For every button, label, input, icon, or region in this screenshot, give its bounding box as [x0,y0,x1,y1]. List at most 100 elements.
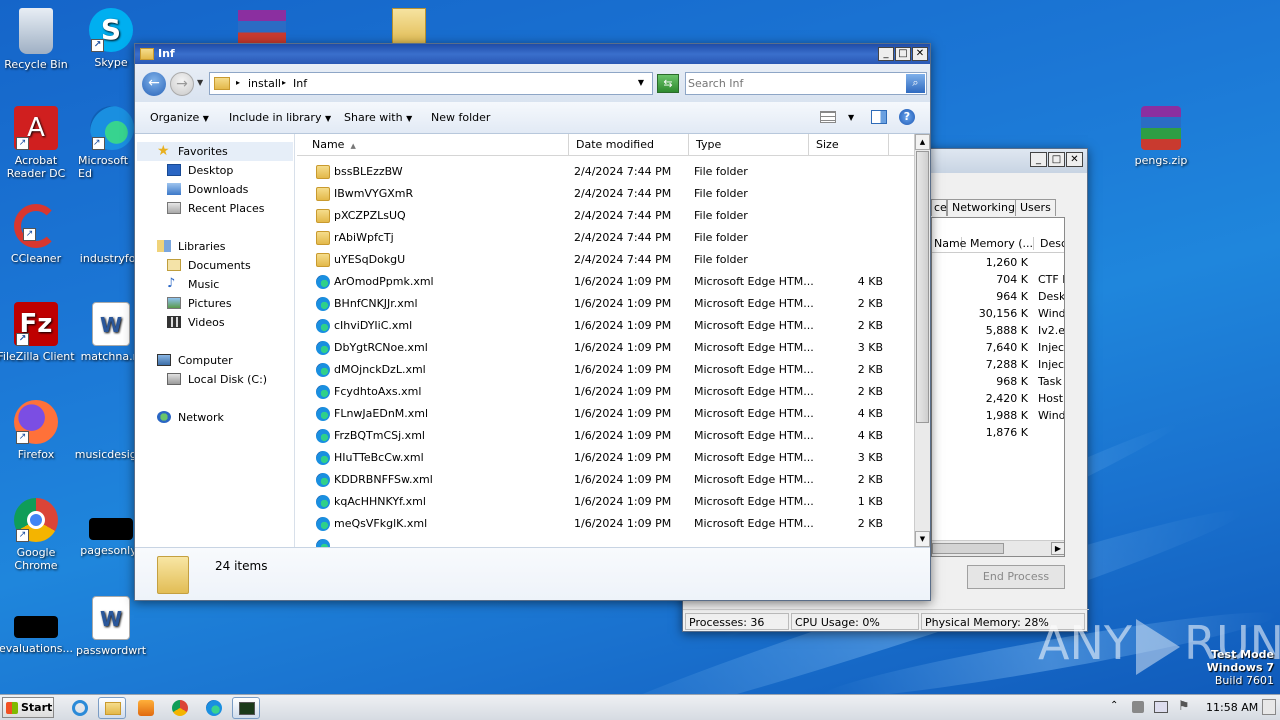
recent-pages-dropdown[interactable]: ▼ [197,78,203,87]
internet-explorer-taskbar-button[interactable] [66,697,94,719]
close-button[interactable]: ✕ [912,47,928,61]
process-row[interactable]: 5,888 K Iv2.e [932,322,1064,339]
maximize-button[interactable]: □ [895,47,911,61]
address-dropdown-icon[interactable]: ▼ [638,78,644,87]
refresh-button[interactable]: ⇆ [657,74,679,93]
tab-networking[interactable]: Networking [947,199,1020,216]
edge-taskbar-button[interactable] [200,697,228,719]
search-icon[interactable]: ⌕ [906,74,925,93]
breadcrumb-inf[interactable]: Inf [293,77,307,90]
chrome-taskbar-button[interactable] [166,697,194,719]
breadcrumb-chevron-icon[interactable]: ▸ [236,78,240,87]
notification-icon[interactable] [1132,701,1144,713]
file-row[interactable]: IBwmVYGXmR 2/4/2024 7:44 PM File folder [297,183,914,205]
minimize-button[interactable]: _ [878,47,894,61]
file-row[interactable]: rAbiWpfcTj 2/4/2024 7:44 PM File folder [297,227,914,249]
desktop-icon-edge[interactable]: ↗ Microsoft Ed [70,106,140,180]
new-folder-button[interactable]: New folder [431,102,490,134]
show-hidden-icons-icon[interactable]: ⌃ [1110,700,1118,711]
desktop-icon-passwordwrt[interactable]: W passwordwrt [70,596,152,657]
scroll-down-arrow[interactable]: ▼ [915,531,930,547]
media-player-taskbar-button[interactable] [132,697,160,719]
column-header-size[interactable]: Size [809,134,889,156]
explorer-taskbar-button[interactable] [98,697,126,719]
desktop-icon-acrobat[interactable]: A ↗ Acrobat Reader DC [0,106,77,180]
share-with-button[interactable]: Share with ▼ [344,102,412,134]
end-process-button[interactable]: End Process [967,565,1065,589]
process-row[interactable]: 968 K Task [932,373,1064,390]
file-row[interactable]: bssBLEzzBW 2/4/2024 7:44 PM File folder [297,161,914,183]
forward-button[interactable]: → [170,72,194,96]
file-row[interactable]: kqAcHHNKYf.xml 1/6/2024 1:09 PM Microsoft … [297,491,914,513]
firefox-icon: ↗ [14,400,58,444]
file-row[interactable]: BHnfCNKJJr.xml 1/6/2024 1:09 PM Microsoft … [297,293,914,315]
address-bar[interactable]: ▸ install ▸ Inf ▼ [209,72,653,95]
process-row[interactable]: 30,156 K Wind [932,305,1064,322]
nav-favorites[interactable]: ★ Favorites [137,142,293,161]
breadcrumb-chevron-icon[interactable]: ▸ [282,78,286,87]
file-row[interactable]: meQsVFkglK.xml 1/6/2024 1:09 PM Microsoft … [297,513,914,535]
process-row[interactable]: 1,260 K [932,254,1064,271]
action-center-flag-icon[interactable]: ⚑ [1178,699,1190,714]
file-row[interactable]: KDDRBNFFSw.xml 1/6/2024 1:09 PM Microsoft … [297,469,914,491]
desktop-icon-filezilla[interactable]: Fz ↗ FileZilla Client [0,302,77,363]
file-row[interactable]: pXCZPZLsUQ 2/4/2024 7:44 PM File folder [297,205,914,227]
desktop-icon-evaluations[interactable]: evaluations... [0,596,77,655]
file-row[interactable]: uYESqDokgU 2/4/2024 7:44 PM File folder [297,249,914,271]
file-row-partial[interactable] [297,535,914,547]
desktop-icon-chrome[interactable]: ↗ Google Chrome [0,498,77,572]
organize-button[interactable]: Organize ▼ [150,102,209,134]
start-button[interactable]: Start [2,697,54,718]
scroll-up-arrow[interactable]: ▲ [915,134,930,150]
column-header-type[interactable]: Type [689,134,809,156]
item-count: 24 items [215,559,268,573]
scroll-right-arrow[interactable]: ▶ [1051,542,1064,555]
column-header-name[interactable]: Name [932,237,966,250]
desktop-icon-pengs-zip[interactable]: pengs.zip [1120,106,1202,167]
show-desktop-button[interactable] [1262,699,1276,715]
process-row[interactable]: 964 K Desk [932,288,1064,305]
process-row[interactable]: 704 K CTF I [932,271,1064,288]
file-row[interactable]: FcydhtoAxs.xml 1/6/2024 1:09 PM Microsoft … [297,381,914,403]
process-row[interactable]: 7,288 K Injec [932,356,1064,373]
breadcrumb-install[interactable]: install [248,77,281,90]
view-options-icon[interactable] [820,111,836,123]
column-header-name[interactable]: Name ▲ [305,134,569,156]
tab-performance[interactable]: ce [931,199,947,216]
view-dropdown-icon[interactable]: ▼ [848,113,854,122]
column-header-description[interactable]: Desc [1038,237,1064,250]
process-row[interactable]: 1,876 K [932,424,1064,441]
minimize-button[interactable]: _ [1030,152,1047,167]
desktop-icon-recycle-bin[interactable]: Recycle Bin [0,8,77,71]
file-row[interactable]: ArOmodPpmk.xml 1/6/2024 1:09 PM Microsoft … [297,271,914,293]
file-row[interactable]: FLnwJaEDnM.xml 1/6/2024 1:09 PM Microsoft … [297,403,914,425]
column-header-memory[interactable]: Memory (... [966,237,1034,250]
close-button[interactable]: ✕ [1066,152,1083,167]
network-tray-icon[interactable] [1154,701,1168,713]
vertical-scrollbar[interactable]: ▲ ▼ [914,134,930,547]
search-box[interactable]: ⌕ [685,72,927,95]
desktop-icon-firefox[interactable]: ↗ Firefox [0,400,77,461]
clock[interactable]: 11:58 AM [1206,701,1258,714]
column-header-date[interactable]: Date modified [569,134,689,156]
maximize-button[interactable]: □ [1048,152,1065,167]
file-row[interactable]: HIuTTeBcCw.xml 1/6/2024 1:09 PM Microsoft … [297,447,914,469]
task-manager-taskbar-button[interactable] [232,697,260,719]
process-row[interactable]: 2,420 K Host [932,390,1064,407]
horizontal-scrollbar[interactable]: ▶ [932,540,1064,556]
process-row[interactable]: 7,640 K Injec [932,339,1064,356]
file-row[interactable]: dMOjnckDzL.xml 1/6/2024 1:09 PM Microsoft … [297,359,914,381]
include-in-library-button[interactable]: Include in library ▼ [229,102,331,134]
back-button[interactable]: ← [142,72,166,96]
process-row[interactable]: 1,988 K Wind [932,407,1064,424]
tab-users[interactable]: Users [1015,199,1056,216]
file-row[interactable]: DbYgtRCNoe.xml 1/6/2024 1:09 PM Microsoft … [297,337,914,359]
search-input[interactable] [688,75,902,92]
scrollbar-thumb[interactable] [932,543,1004,554]
file-row[interactable]: cIhviDYIiC.xml 1/6/2024 1:09 PM Microsoft … [297,315,914,337]
preview-pane-icon[interactable] [871,110,887,124]
desktop-icon-ccleaner[interactable]: ↗ CCleaner [0,204,77,265]
scrollbar-thumb[interactable] [916,151,929,423]
help-icon[interactable]: ? [899,109,915,125]
file-row[interactable]: FrzBQTmCSj.xml 1/6/2024 1:09 PM Microsoft … [297,425,914,447]
